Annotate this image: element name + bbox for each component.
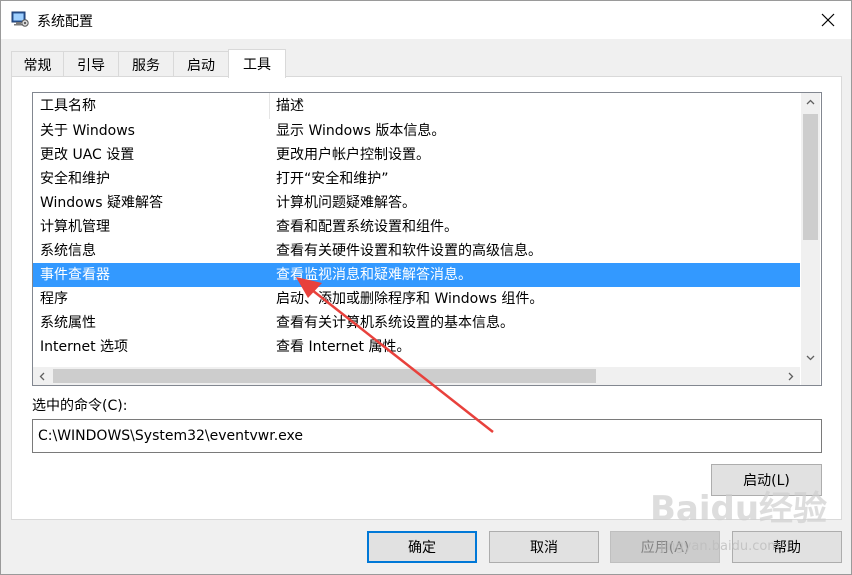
list-item[interactable]: 系统属性 查看有关计算机系统设置的基本信息。 [33, 311, 800, 335]
tool-name: 更改 UAC 设置 [40, 147, 135, 163]
close-button[interactable] [805, 1, 851, 39]
selected-command-field[interactable]: C:\WINDOWS\System32\eventvwr.exe [32, 419, 822, 453]
list-item[interactable]: 系统信息 查看有关硬件设置和软件设置的高级信息。 [33, 239, 800, 263]
tool-name: 系统属性 [40, 315, 96, 331]
column-header-tool-name[interactable]: 工具名称 [33, 93, 269, 119]
tab-startup[interactable]: 启动 [173, 51, 229, 77]
chevron-up-icon [806, 99, 815, 105]
tool-name: 安全和维护 [40, 171, 110, 187]
vertical-scroll-thumb[interactable] [803, 114, 818, 240]
tool-description: 查看和配置系统设置和组件。 [276, 219, 458, 235]
tools-panel: 工具名称 描述 关于 Windows 显示 Windows 版本信息。 更改 U… [11, 76, 842, 520]
list-item[interactable]: 安全和维护 打开“安全和维护” [33, 167, 800, 191]
tool-name: 计算机管理 [40, 219, 110, 235]
horizontal-scroll-thumb[interactable] [53, 369, 596, 383]
list-item-selected[interactable]: 事件查看器 查看监视消息和疑难解答消息。 [33, 263, 800, 287]
tab-boot[interactable]: 引导 [63, 51, 119, 77]
scroll-left-button[interactable] [33, 367, 51, 385]
tool-description: 打开“安全和维护” [276, 171, 389, 187]
scroll-right-button[interactable] [782, 367, 800, 385]
list-item[interactable]: 程序 启动、添加或删除程序和 Windows 组件。 [33, 287, 800, 311]
list-item[interactable]: 关于 Windows 显示 Windows 版本信息。 [33, 119, 800, 143]
cancel-button[interactable]: 取消 [489, 531, 599, 563]
chevron-left-icon [39, 372, 45, 380]
list-item[interactable]: 更改 UAC 设置 更改用户帐户控制设置。 [33, 143, 800, 167]
window-title: 系统配置 [37, 14, 93, 30]
selected-command-label: 选中的命令(C): [32, 398, 128, 414]
list-item[interactable]: Internet 选项 查看 Internet 属性。 [33, 335, 800, 359]
tab-tools[interactable]: 工具 [228, 49, 286, 78]
list-item[interactable]: 计算机管理 查看和配置系统设置和组件。 [33, 215, 800, 239]
column-header-description[interactable]: 描述 [269, 93, 799, 119]
tab-general[interactable]: 常规 [11, 51, 64, 77]
tool-description: 更改用户帐户控制设置。 [276, 147, 430, 163]
tool-description: 显示 Windows 版本信息。 [276, 123, 446, 139]
tab-services[interactable]: 服务 [118, 51, 174, 77]
tool-description: 查看有关计算机系统设置的基本信息。 [276, 315, 514, 331]
close-icon [821, 13, 835, 27]
title-bar: 系统配置 [1, 1, 851, 39]
watermark-url: jingyan.baidu.com [659, 539, 780, 554]
list-item[interactable] [33, 359, 800, 366]
tool-name: 程序 [40, 291, 68, 307]
watermark-logo-text: Baidu经验 [650, 489, 827, 529]
list-rows: 关于 Windows 显示 Windows 版本信息。 更改 UAC 设置 更改… [33, 119, 800, 366]
tool-description: 启动、添加或删除程序和 Windows 组件。 [276, 291, 544, 307]
tool-name: Internet 选项 [40, 339, 129, 355]
tool-name: 系统信息 [40, 243, 96, 259]
tool-description: 查看有关硬件设置和软件设置的高级信息。 [276, 243, 542, 259]
scrollbar-corner [801, 367, 820, 385]
baidu-jingyan-watermark: Baidu经验 jingyan.baidu.com [650, 489, 827, 554]
ok-button[interactable]: 确定 [367, 531, 477, 563]
list-item[interactable]: Windows 疑难解答 计算机问题疑难解答。 [33, 191, 800, 215]
tool-name: Windows 疑难解答 [40, 195, 163, 211]
tool-name: 事件查看器 [40, 267, 110, 283]
chevron-down-icon [806, 355, 815, 361]
scroll-up-button[interactable] [801, 93, 820, 111]
tool-description: 计算机问题疑难解答。 [276, 195, 416, 211]
tools-list[interactable]: 工具名称 描述 关于 Windows 显示 Windows 版本信息。 更改 U… [32, 92, 822, 386]
vertical-scrollbar[interactable] [801, 93, 820, 367]
chevron-right-icon [788, 372, 794, 380]
tool-description: 查看监视消息和疑难解答消息。 [276, 267, 472, 283]
list-header: 工具名称 描述 [33, 93, 800, 119]
tool-name: 关于 Windows [40, 123, 135, 139]
scroll-down-button[interactable] [801, 349, 820, 367]
tool-description: 查看 Internet 属性。 [276, 339, 411, 355]
horizontal-scrollbar[interactable] [33, 367, 800, 385]
msconfig-app-icon [11, 10, 29, 28]
